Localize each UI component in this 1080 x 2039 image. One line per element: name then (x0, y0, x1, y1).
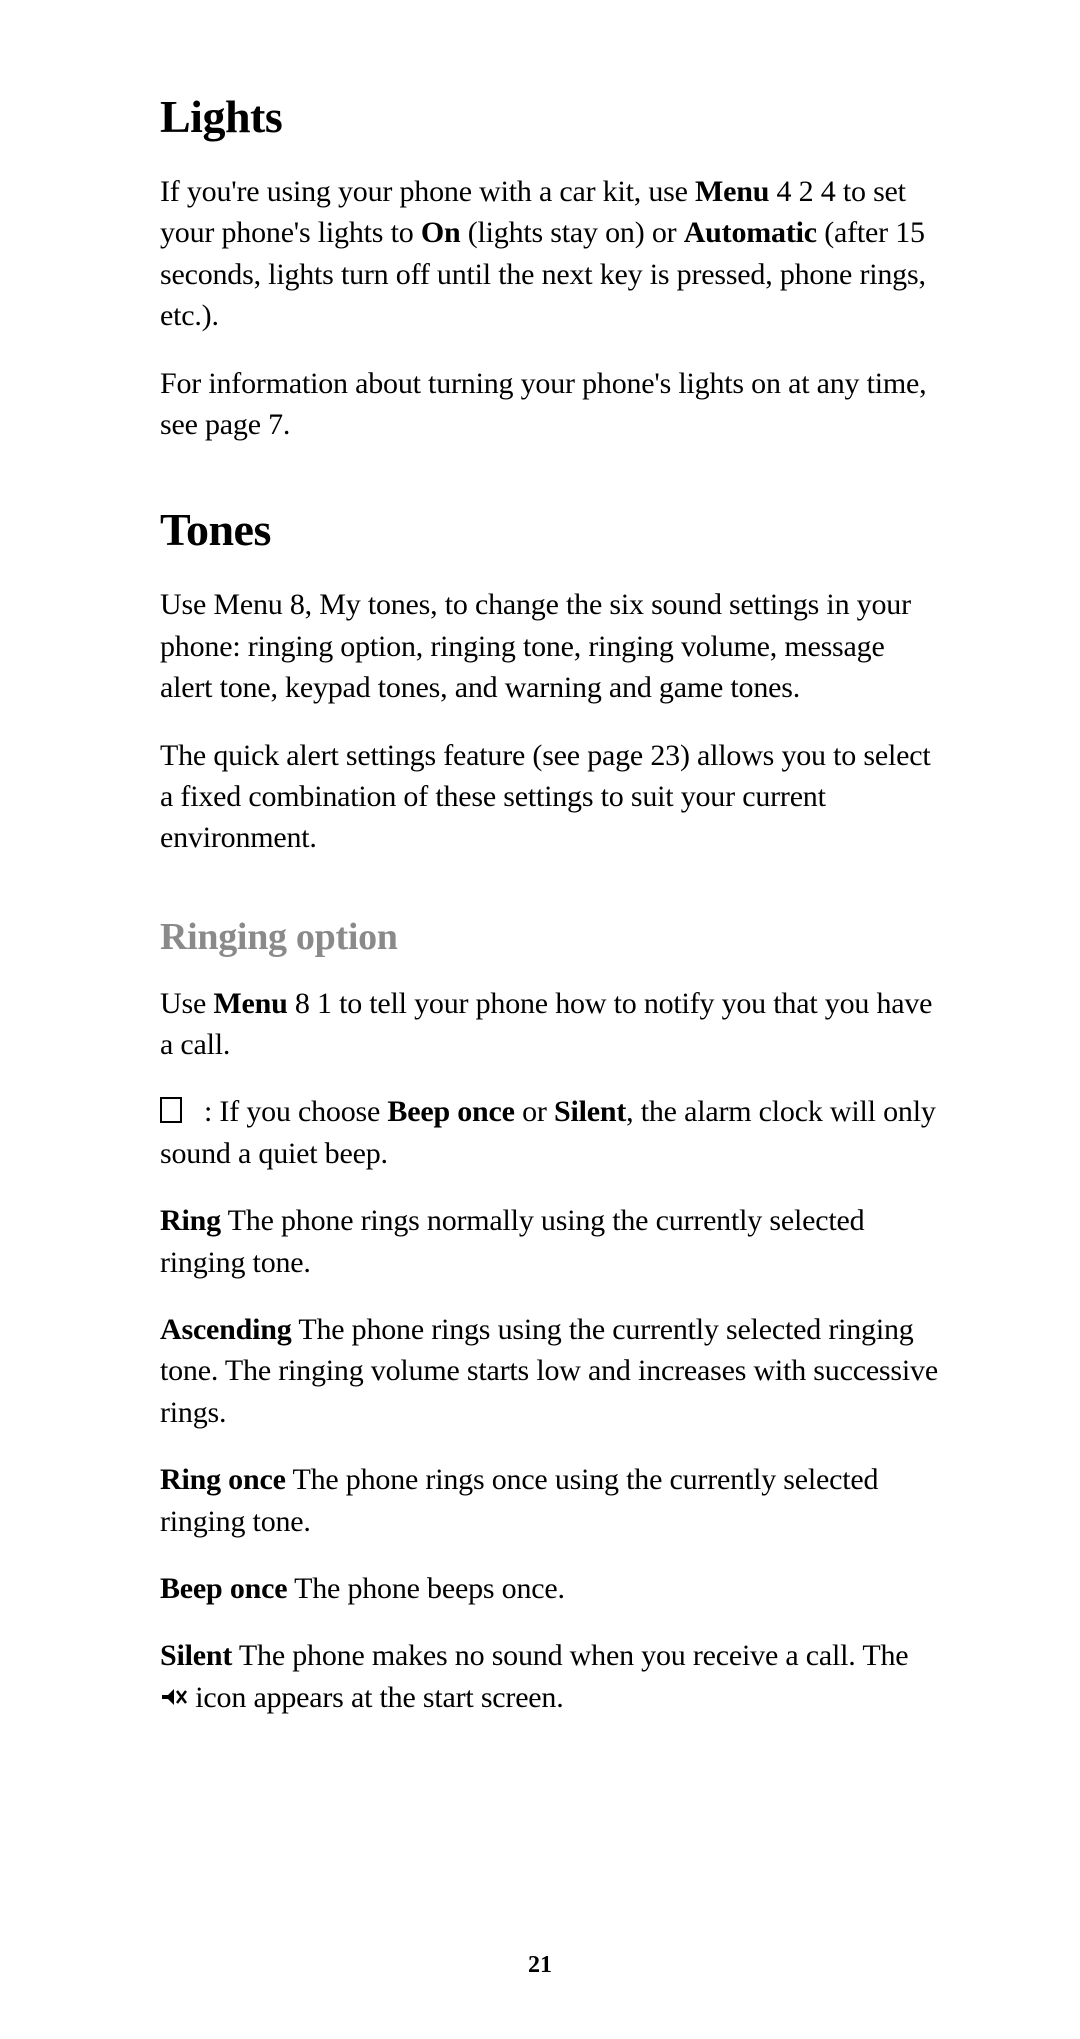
tones-paragraph-2: The quick alert settings feature (see pa… (160, 735, 940, 859)
text: or (515, 1095, 554, 1128)
bold-menu: Menu (695, 175, 769, 208)
text: icon appears at the start screen. (188, 1681, 564, 1714)
bold-silent-opt: Silent (160, 1639, 232, 1672)
bold-automatic: Automatic (684, 216, 817, 249)
text: (lights stay on) or (460, 216, 683, 249)
option-ascending: Ascending The phone rings using the curr… (160, 1309, 940, 1433)
silent-icon (160, 1685, 188, 1714)
tones-paragraph-1: Use Menu 8, My tones, to change the six … (160, 584, 940, 708)
bold-beep-once-opt: Beep once (160, 1572, 287, 1605)
text: The phone rings normally using the curre… (160, 1204, 864, 1278)
lights-paragraph-2: For information about turning your phone… (160, 363, 940, 446)
bold-ring: Ring (160, 1204, 221, 1237)
bold-on: On (421, 216, 461, 249)
text: The phone beeps once. (287, 1572, 564, 1605)
text: Use (160, 987, 213, 1020)
lights-paragraph-1: If you're using your phone with a car ki… (160, 171, 940, 337)
note-paragraph: : If you choose Beep once or Silent, the… (160, 1091, 940, 1174)
text: If you're using your phone with a car ki… (160, 175, 695, 208)
text: : If you choose (204, 1095, 387, 1128)
page-number: 21 (0, 1952, 1080, 1979)
option-silent: Silent The phone makes no sound when you… (160, 1635, 940, 1718)
heading-tones: Tones (160, 503, 940, 556)
bold-ring-once: Ring once (160, 1463, 286, 1496)
ringing-paragraph-1: Use Menu 8 1 to tell your phone how to n… (160, 983, 940, 1066)
bold-menu: Menu (213, 987, 287, 1020)
bold-beep-once: Beep once (387, 1095, 514, 1128)
bold-ascending: Ascending (160, 1313, 292, 1346)
text: The phone makes no sound when you receiv… (232, 1639, 908, 1672)
option-ring-once: Ring once The phone rings once using the… (160, 1459, 940, 1542)
bold-silent: Silent (554, 1095, 626, 1128)
option-ring: Ring The phone rings normally using the … (160, 1200, 940, 1283)
note-icon (160, 1097, 182, 1123)
heading-lights: Lights (160, 90, 940, 143)
option-beep-once: Beep once The phone beeps once. (160, 1568, 940, 1609)
heading-ringing-option: Ringing option (160, 915, 940, 959)
